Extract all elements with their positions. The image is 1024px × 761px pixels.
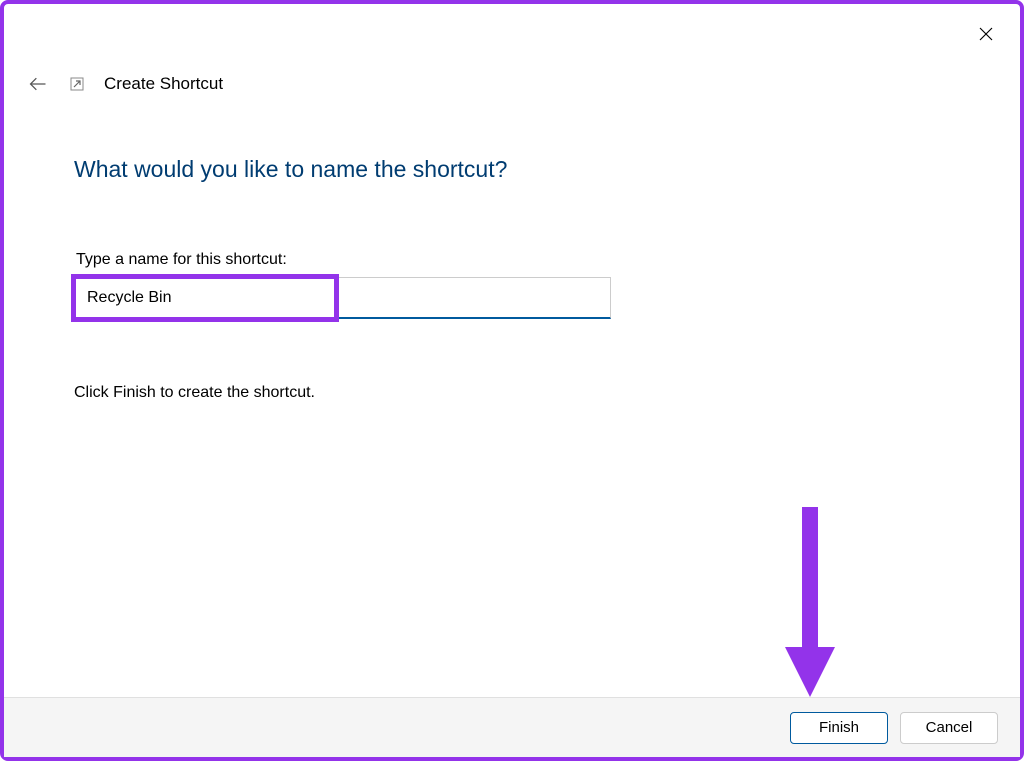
instruction-text: Click Finish to create the shortcut. <box>74 384 1020 402</box>
input-wrapper <box>74 277 611 319</box>
dialog-header: Create Shortcut <box>4 4 1020 96</box>
main-heading: What would you like to name the shortcut… <box>74 156 1020 183</box>
input-label: Type a name for this shortcut: <box>76 251 1020 269</box>
shortcut-icon <box>68 75 86 93</box>
dialog-title: Create Shortcut <box>104 74 223 94</box>
dialog-footer: Finish Cancel <box>4 697 1020 757</box>
cancel-button[interactable]: Cancel <box>900 712 998 744</box>
close-icon <box>977 25 995 43</box>
arrow-annotation-icon <box>780 507 840 697</box>
shortcut-name-input[interactable] <box>74 277 611 319</box>
dialog-content: What would you like to name the shortcut… <box>4 96 1020 402</box>
back-button[interactable] <box>26 72 50 96</box>
finish-button[interactable]: Finish <box>790 712 888 744</box>
close-button[interactable] <box>974 22 998 46</box>
back-arrow-icon <box>28 74 48 94</box>
